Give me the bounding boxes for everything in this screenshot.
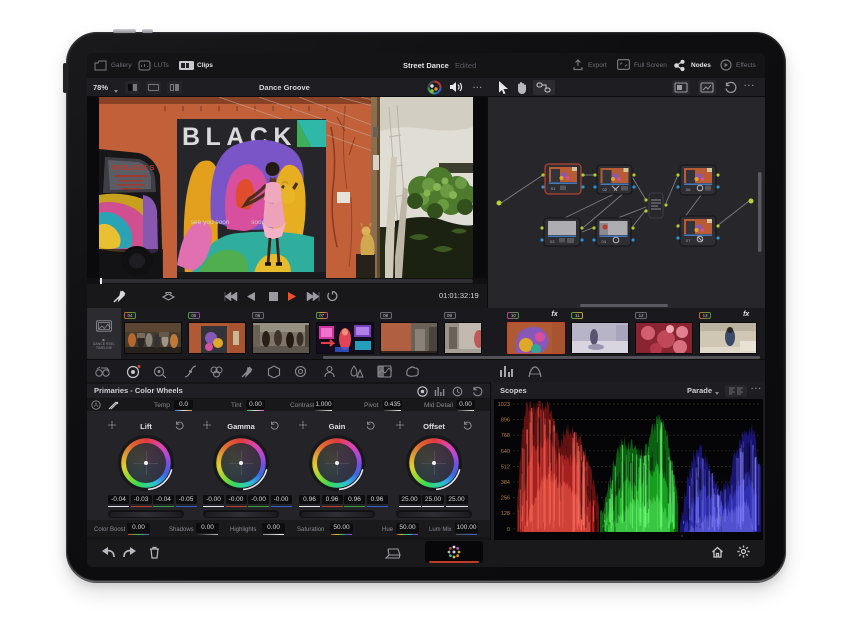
svg-text:W BLACK S: W BLACK S	[112, 163, 155, 172]
svg-text:768: 768	[501, 433, 510, 439]
svg-text:896: 896	[501, 418, 510, 424]
svg-text:640: 640	[501, 449, 510, 455]
svg-text:03: 03	[550, 239, 555, 244]
svg-text:02: 02	[603, 187, 608, 192]
svg-text:04: 04	[602, 239, 607, 244]
svg-text:1023: 1023	[498, 402, 510, 408]
svg-text:06: 06	[686, 187, 691, 192]
svg-text:see you soon soon: see you soon soon	[189, 219, 266, 226]
svg-text:0: 0	[507, 527, 510, 533]
svg-text:A: A	[94, 403, 98, 409]
svg-text:512: 512	[501, 464, 510, 470]
svg-text:01: 01	[551, 186, 556, 191]
svg-text:128: 128	[501, 511, 510, 517]
svg-text:07: 07	[686, 238, 691, 243]
svg-text:256: 256	[501, 496, 510, 502]
svg-text:384: 384	[501, 480, 510, 486]
